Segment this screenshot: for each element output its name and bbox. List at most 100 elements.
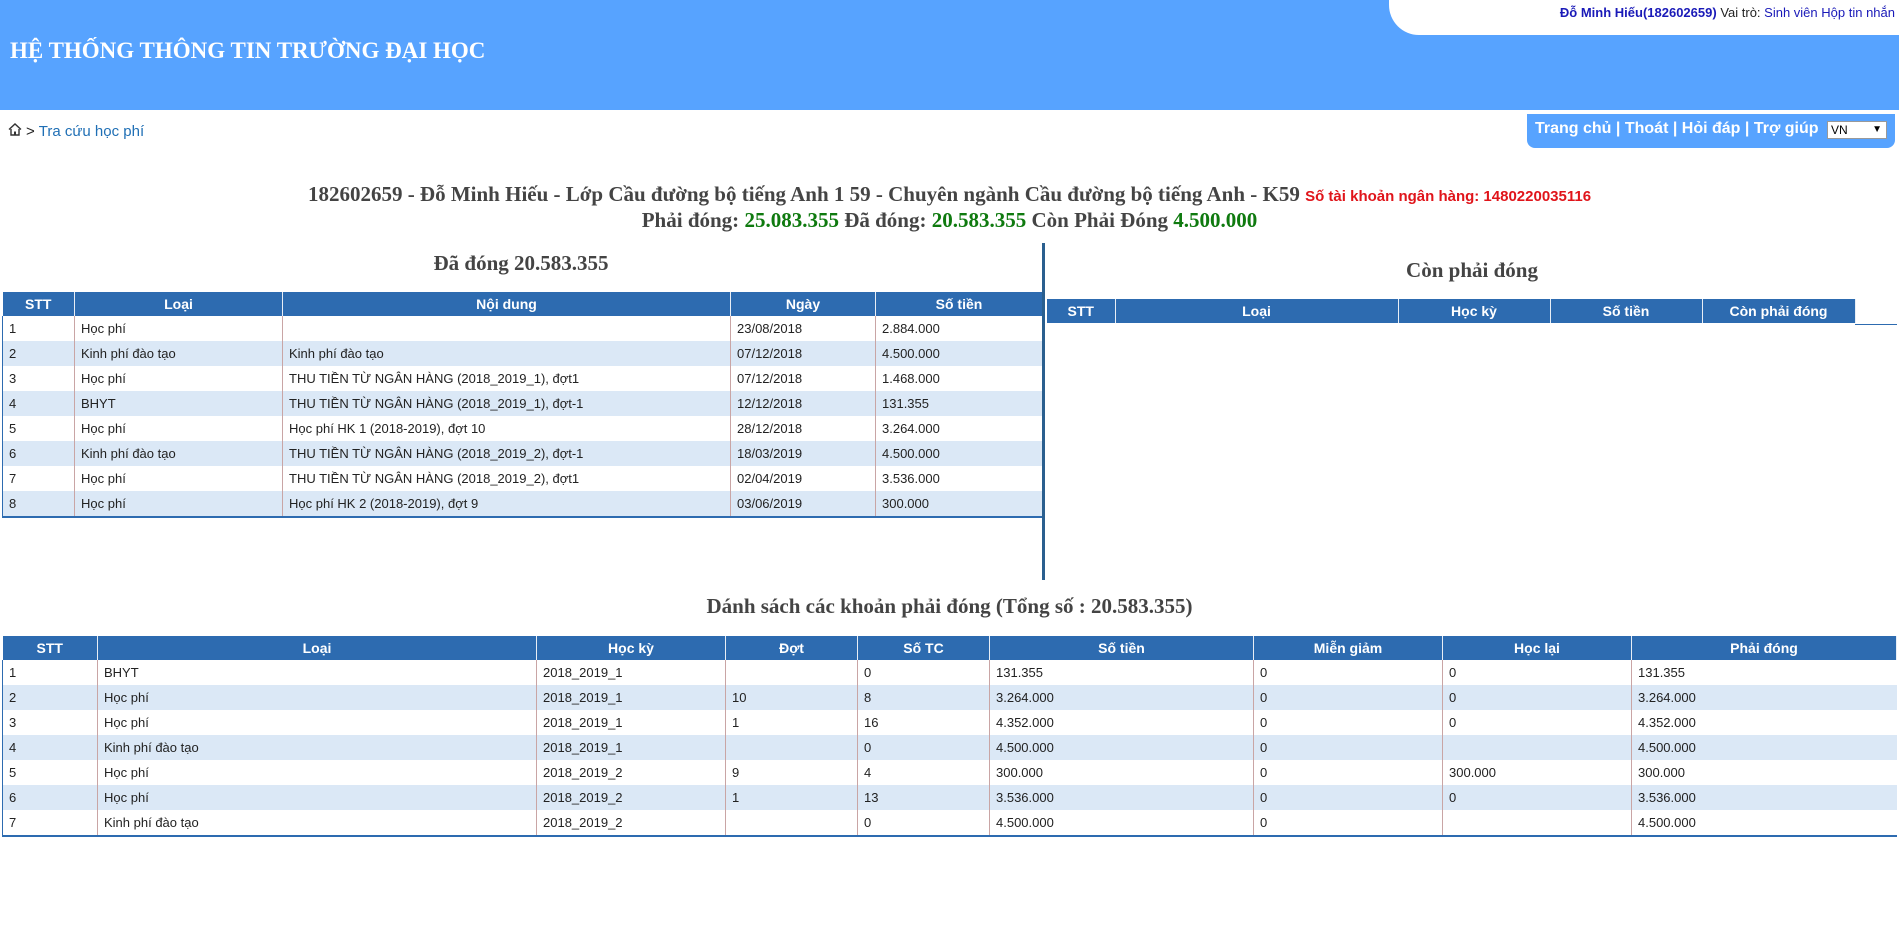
column-header: Ngày <box>730 292 876 316</box>
table-cell: 1.468.000 <box>875 366 1043 391</box>
paid-value: 20.583.355 <box>931 208 1027 232</box>
table-cell: THU TIỀN TỪ NGÂN HÀNG (2018_2019_1), đợt… <box>282 391 731 416</box>
table-cell: 1 <box>2 660 98 685</box>
student-summary: 182602659 - Đỗ Minh Hiếu - Lớp Cầu đường… <box>0 182 1899 207</box>
table-row: 5 Học phí Học phí HK 1 (2018-2019), đợt 10… <box>2 416 1043 441</box>
table-cell: Học phí <box>74 366 283 391</box>
table-row: 2 Kinh phí đào tạo Kinh phí đào tạo 07/12/2… <box>2 341 1043 366</box>
table-cell <box>1442 735 1632 760</box>
system-title: HỆ THỐNG THÔNG TIN TRƯỜNG ĐẠI HỌC <box>10 38 486 63</box>
table-cell: Học phí <box>97 710 537 735</box>
page-header: HỆ THỐNG THÔNG TIN TRƯỜNG ĐẠI HỌC Đỗ Min… <box>0 0 1899 110</box>
table-cell: Kinh phí đào tạo <box>97 735 537 760</box>
table-cell: 03/06/2019 <box>730 491 876 517</box>
column-header: Loại <box>97 636 537 660</box>
table-cell: 8 <box>2 491 75 517</box>
must-pay-label: Phải đóng: <box>641 208 740 232</box>
table-cell: Học phí HK 1 (2018-2019), đợt 10 <box>282 416 731 441</box>
section-divider <box>1042 243 1045 580</box>
table-cell: 9 <box>725 760 858 785</box>
user-name: Đỗ Minh Hiếu(182602659) <box>1559 5 1717 20</box>
nav-home-link[interactable]: Trang chủ <box>1535 120 1611 137</box>
table-cell: 3 <box>2 710 98 735</box>
payment-summary: Phải đóng: 25.083.355 Đã đóng: 20.583.35… <box>0 208 1899 233</box>
table-cell: 0 <box>1253 685 1443 710</box>
table-cell: 16 <box>857 710 990 735</box>
column-header: Đợt <box>725 636 858 660</box>
student-line: 182602659 - Đỗ Minh Hiếu - Lớp Cầu đường… <box>307 182 1300 206</box>
table-cell: 2 <box>2 341 75 366</box>
nav-separator: | <box>1672 120 1678 137</box>
home-icon[interactable] <box>8 123 22 140</box>
dropdown-arrow-icon: ▼ <box>1872 124 1882 135</box>
table-cell: Kinh phí đào tạo <box>74 341 283 366</box>
table-row: 1 BHYT 2018_2019_1 0 131.355 0 0 131.355 <box>2 660 1897 685</box>
language-select[interactable]: VN ▼ <box>1827 121 1887 139</box>
table-cell: 6 <box>2 441 75 466</box>
table-cell: 4.500.000 <box>989 735 1254 760</box>
remaining-table: STT Loại Học kỳ Số tiền Còn phải đóng <box>1047 299 1856 323</box>
table-cell: 8 <box>857 685 990 710</box>
table-cell: 3.264.000 <box>875 416 1043 441</box>
table-cell: BHYT <box>74 391 283 416</box>
table-cell: 4.500.000 <box>989 810 1254 836</box>
table-cell: 0 <box>1442 710 1632 735</box>
breadcrumb: > Tra cứu học phí <box>8 123 144 140</box>
table-cell: 0 <box>1253 660 1443 685</box>
table-cell: 07/12/2018 <box>730 341 876 366</box>
table-cell: 5 <box>2 760 98 785</box>
table-row: 5 Học phí 2018_2019_2 9 4 300.000 0 300.000 300.… <box>2 760 1897 785</box>
table-row: 4 Kinh phí đào tạo 2018_2019_1 0 4.500.000 0 4… <box>2 735 1897 760</box>
table-cell: 300.000 <box>1631 760 1897 785</box>
table-cell: 4.500.000 <box>875 341 1043 366</box>
table-cell: 300.000 <box>1442 760 1632 785</box>
nav-links: Trang chủ | Thoát | Hỏi đáp | Trợ giúp <box>1535 120 1819 138</box>
table-cell: 300.000 <box>875 491 1043 517</box>
remaining-value: 4.500.000 <box>1173 208 1258 232</box>
table-cell <box>1442 810 1632 836</box>
table-cell: 4.500.000 <box>1631 735 1897 760</box>
column-header: Loại <box>74 292 283 316</box>
column-header: Phải đóng <box>1631 636 1897 660</box>
table-cell: 0 <box>857 810 990 836</box>
breadcrumb-current[interactable]: Tra cứu học phí <box>39 123 144 140</box>
column-header: STT <box>2 292 75 316</box>
table-cell: 2018_2019_2 <box>536 810 726 836</box>
table-row: 7 Kinh phí đào tạo 2018_2019_2 0 4.500.000 0 4… <box>2 810 1897 836</box>
table-cell: 18/03/2019 <box>730 441 876 466</box>
table-cell: 12/12/2018 <box>730 391 876 416</box>
language-value: VN <box>1831 123 1848 137</box>
table-cell: THU TIỀN TỪ NGÂN HÀNG (2018_2019_2), đợt… <box>282 466 731 491</box>
paid-table: STT Loại Nội dung Ngày Số tiền 1 Học phí 2… <box>2 292 1043 518</box>
nav-help-link[interactable]: Trợ giúp <box>1754 120 1819 137</box>
table-cell: 0 <box>1442 660 1632 685</box>
table-cell: 4 <box>857 760 990 785</box>
table-row: 6 Kinh phí đào tạo THU TIỀN TỪ NGÂN HÀNG (… <box>2 441 1043 466</box>
role-link[interactable]: Sinh viên <box>1764 5 1817 20</box>
role-label: Vai trò: <box>1720 5 1761 20</box>
table-cell: 2018_2019_1 <box>536 735 726 760</box>
table-cell: 3.536.000 <box>1631 785 1897 810</box>
table-cell: 3.264.000 <box>1631 685 1897 710</box>
table-cell: 4 <box>2 391 75 416</box>
table-cell: 4.352.000 <box>1631 710 1897 735</box>
nav-separator: | <box>1744 120 1750 137</box>
table-cell: THU TIỀN TỪ NGÂN HÀNG (2018_2019_1), đợt… <box>282 366 731 391</box>
table-row: 1 Học phí 23/08/2018 2.884.000 <box>2 316 1043 341</box>
column-header: Số TC <box>857 636 990 660</box>
column-header: STT <box>2 636 98 660</box>
table-row: 2 Học phí 2018_2019_1 10 8 3.264.000 0 0 3.264.0… <box>2 685 1897 710</box>
nav-logout-link[interactable]: Thoát <box>1625 120 1669 137</box>
inbox-link[interactable]: Hộp tin nhắn <box>1821 5 1895 20</box>
column-header: STT <box>1047 299 1116 323</box>
nav-faq-link[interactable]: Hỏi đáp <box>1682 120 1741 137</box>
table-cell: 23/08/2018 <box>730 316 876 341</box>
table-cell: 131.355 <box>875 391 1043 416</box>
table-cell: THU TIỀN TỪ NGÂN HÀNG (2018_2019_2), đợt… <box>282 441 731 466</box>
table-row: 8 Học phí Học phí HK 2 (2018-2019), đợt 90… <box>2 491 1043 517</box>
table-cell: 2 <box>2 685 98 710</box>
table-cell: 0 <box>1442 685 1632 710</box>
table-cell <box>282 316 731 341</box>
table-cell: Học phí <box>74 466 283 491</box>
table-cell <box>725 660 858 685</box>
